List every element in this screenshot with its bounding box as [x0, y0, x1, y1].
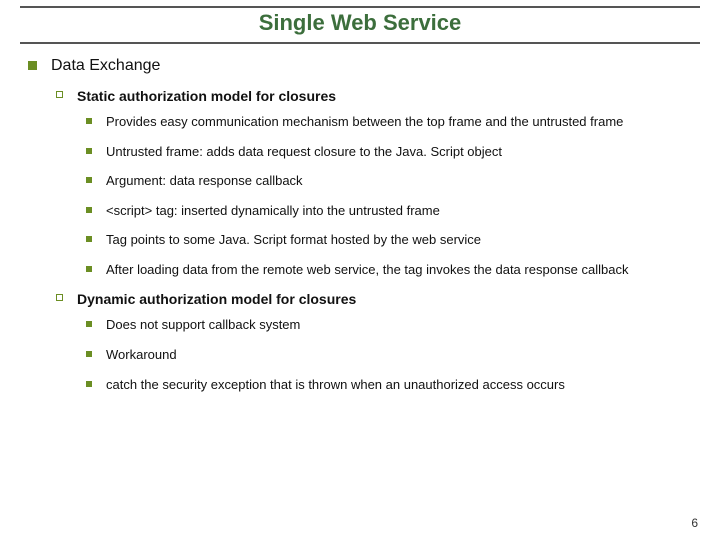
level2-heading: Static authorization model for closures: [77, 87, 336, 105]
level3-row: Argument: data response callback: [28, 172, 692, 190]
bullet-small-icon: [86, 266, 92, 272]
bullet-small-icon: [86, 118, 92, 124]
section: Dynamic authorization model for closures…: [28, 290, 692, 393]
level1-row: Data Exchange: [28, 56, 692, 77]
level3-row: Tag points to some Java. Script format h…: [28, 231, 692, 249]
bullet-solid-icon: [28, 61, 37, 70]
level3-text: <script> tag: inserted dynamically into …: [106, 202, 440, 220]
rule-top: [20, 6, 700, 8]
bullet-small-icon: [86, 236, 92, 242]
level2-row: Dynamic authorization model for closures: [28, 290, 692, 308]
level3-row: <script> tag: inserted dynamically into …: [28, 202, 692, 220]
slide-title: Single Web Service: [0, 10, 720, 36]
bullet-small-icon: [86, 148, 92, 154]
level3-row: catch the security exception that is thr…: [28, 376, 692, 394]
section: Static authorization model for closures …: [28, 87, 692, 278]
level2-heading: Dynamic authorization model for closures: [77, 290, 356, 308]
rule-bottom: [20, 42, 700, 44]
level3-text: Does not support callback system: [106, 316, 300, 334]
level3-row: Does not support callback system: [28, 316, 692, 334]
level3-row: Provides easy communication mechanism be…: [28, 113, 692, 131]
level3-text: After loading data from the remote web s…: [106, 261, 628, 279]
level3-text: Argument: data response callback: [106, 172, 303, 190]
bullet-small-icon: [86, 351, 92, 357]
level2-row: Static authorization model for closures: [28, 87, 692, 105]
level3-text: Provides easy communication mechanism be…: [106, 113, 623, 131]
level3-text: Untrusted frame: adds data request closu…: [106, 143, 502, 161]
level3-text: catch the security exception that is thr…: [106, 376, 565, 394]
bullet-small-icon: [86, 207, 92, 213]
page-number: 6: [691, 516, 698, 530]
bullet-small-icon: [86, 381, 92, 387]
level3-text: Tag points to some Java. Script format h…: [106, 231, 481, 249]
bullet-small-icon: [86, 321, 92, 327]
level3-row: Untrusted frame: adds data request closu…: [28, 143, 692, 161]
bullet-outline-icon: [56, 91, 63, 98]
bullet-small-icon: [86, 177, 92, 183]
bullet-outline-icon: [56, 294, 63, 301]
level3-row: Workaround: [28, 346, 692, 364]
level1-heading: Data Exchange: [51, 56, 160, 77]
level3-text: Workaround: [106, 346, 177, 364]
slide-body: Data Exchange Static authorization model…: [28, 56, 692, 510]
level3-row: After loading data from the remote web s…: [28, 261, 692, 279]
